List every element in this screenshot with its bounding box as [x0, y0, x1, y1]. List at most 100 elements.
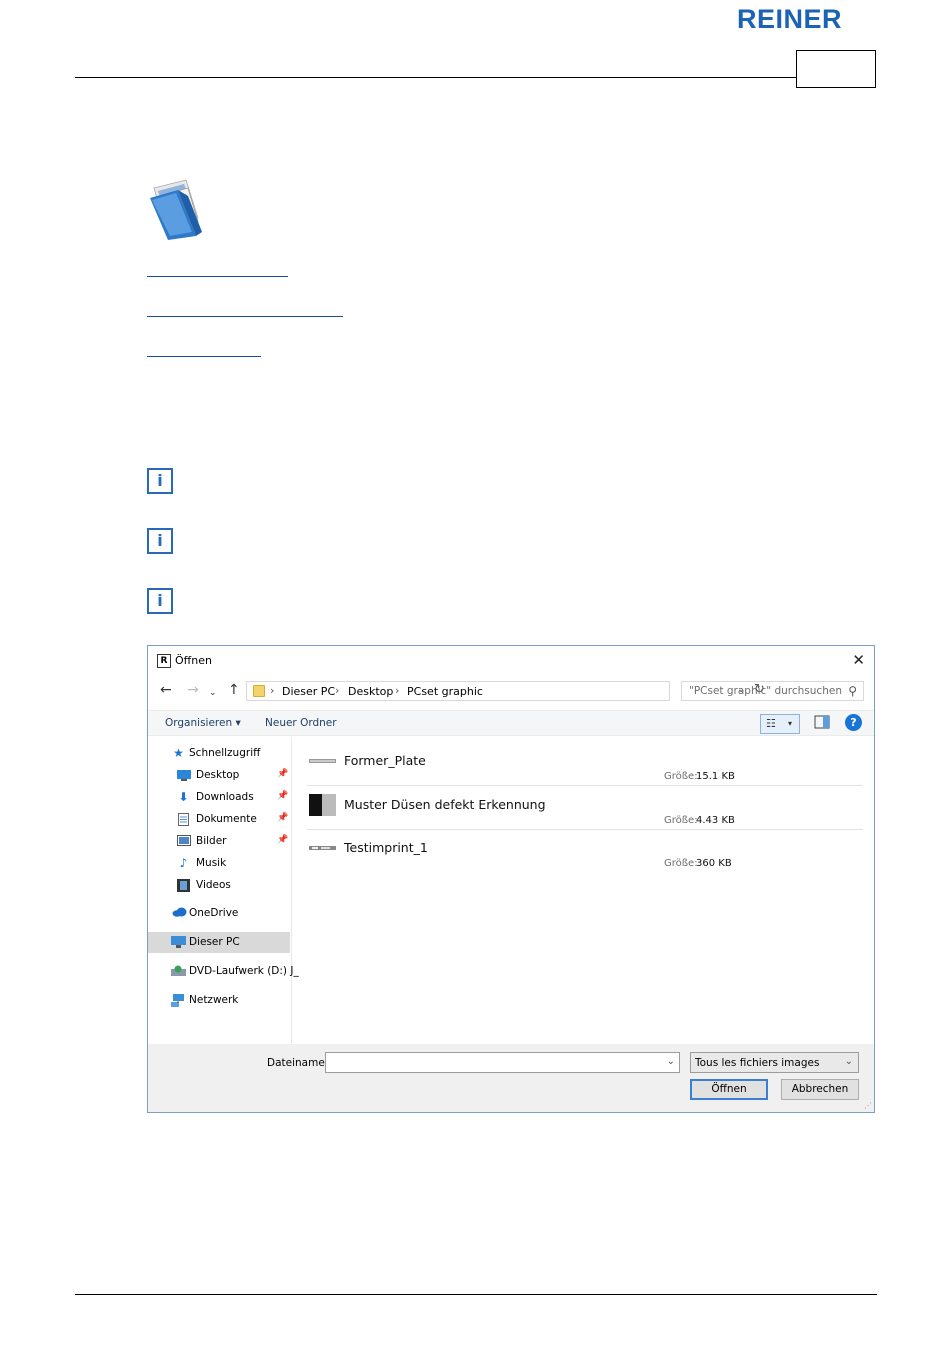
- sidebar-item-dvd-drive[interactable]: DVD-Laufwerk (D:) J_: [148, 961, 299, 982]
- image-folder-icon: [150, 179, 202, 240]
- sidebar-item-music[interactable]: ♪ Musik: [148, 853, 290, 874]
- document-link-3[interactable]: [147, 356, 261, 357]
- search-input[interactable]: "PCset graphic" durchsuchen ⚲: [681, 681, 864, 701]
- sidebar-item-pictures[interactable]: Bilder 📌: [148, 831, 290, 852]
- cloud-icon: [172, 907, 187, 919]
- image-thumbnail: [309, 846, 336, 850]
- close-icon[interactable]: ✕: [852, 651, 865, 669]
- sidebar-item-label: Netzwerk: [189, 994, 239, 1006]
- file-size: 4.43 KB: [696, 815, 735, 826]
- sidebar-item-label: Bilder: [196, 835, 227, 847]
- file-item-testimprint[interactable]: Testimprint_1 Größe: 360 KB: [307, 830, 863, 873]
- pictures-icon: [177, 835, 191, 847]
- open-button[interactable]: Öffnen: [690, 1079, 768, 1100]
- open-file-dialog: R Öffnen ✕ ← → ⌄ ↑ › Dieser PC › Desktop…: [147, 645, 875, 1113]
- file-size-label: Größe:: [664, 815, 698, 826]
- network-icon: [171, 994, 184, 1007]
- dvd-drive-icon: [171, 965, 186, 977]
- file-name: Muster Düsen defekt Erkennung: [344, 797, 546, 812]
- sidebar-item-quick-access[interactable]: ★ Schnellzugriff: [148, 743, 290, 764]
- sidebar-item-label: Dieser PC: [189, 936, 240, 948]
- film-icon: [177, 879, 190, 892]
- change-view-button[interactable]: ☷ ▾: [760, 714, 800, 734]
- sidebar-item-label: Downloads: [196, 791, 254, 803]
- chevron-right-icon: ›: [335, 684, 340, 697]
- chevron-down-icon: ▾: [788, 719, 793, 728]
- file-name: Former_Plate: [344, 753, 426, 768]
- filename-field[interactable]: ⌄: [325, 1052, 680, 1073]
- sidebar-item-desktop[interactable]: Desktop 📌: [148, 765, 290, 786]
- file-size: 15.1 KB: [696, 771, 735, 782]
- download-arrow-icon: ⬇: [178, 790, 189, 804]
- file-list: Former_Plate Größe: 15.1 KB Muster Düsen…: [293, 737, 875, 1043]
- breadcrumb-pcset-graphic[interactable]: PCset graphic: [407, 685, 483, 698]
- pin-icon[interactable]: 📌: [277, 835, 288, 845]
- chevron-down-icon[interactable]: ⌄: [667, 1056, 675, 1067]
- pin-icon[interactable]: 📌: [277, 813, 288, 823]
- star-icon: ★: [173, 746, 184, 760]
- info-icon: i: [147, 588, 173, 614]
- arrow-left-icon[interactable]: ←: [160, 682, 172, 698]
- file-size-label: Größe:: [664, 858, 698, 869]
- help-icon[interactable]: ?: [845, 714, 862, 731]
- sidebar-item-label: Videos: [196, 879, 231, 891]
- search-icon[interactable]: ⚲: [848, 684, 857, 698]
- document-link-2[interactable]: [147, 316, 343, 317]
- filename-label: Dateiname:: [267, 1057, 329, 1069]
- image-thumbnail: [309, 794, 336, 816]
- chevron-down-icon[interactable]: ⌄: [209, 685, 217, 701]
- preview-pane-icon[interactable]: [814, 715, 830, 729]
- file-name: Testimprint_1: [344, 840, 428, 855]
- organize-button[interactable]: Organisieren ▾: [165, 717, 241, 729]
- file-item-former-plate[interactable]: Former_Plate Größe: 15.1 KB: [307, 743, 863, 786]
- page-number-box: [796, 50, 876, 88]
- navigation-bar: ← → ⌄ ↑ › Dieser PC › Desktop › PCset gr…: [148, 679, 874, 703]
- address-bar[interactable]: › Dieser PC › Desktop › PCset graphic ⌄ …: [246, 681, 765, 701]
- footer-rule: [75, 1294, 877, 1295]
- document-link-1[interactable]: [147, 276, 288, 277]
- file-type-select[interactable]: Tous les fichiers images ⌄: [690, 1052, 859, 1073]
- sidebar-item-downloads[interactable]: ⬇ Downloads 📌: [148, 787, 290, 808]
- sidebar-item-onedrive[interactable]: OneDrive: [148, 903, 290, 924]
- music-note-icon: ♪: [179, 856, 188, 870]
- sidebar-item-this-pc[interactable]: Dieser PC: [148, 932, 290, 953]
- document-icon: [177, 813, 190, 826]
- organize-label: Organisieren: [165, 717, 233, 729]
- pin-icon[interactable]: 📌: [277, 791, 288, 801]
- new-folder-button[interactable]: Neuer Ordner: [265, 717, 337, 729]
- file-item-muster-duesen[interactable]: Muster Düsen defekt Erkennung Größe: 4.4…: [307, 787, 863, 830]
- sidebar-item-label: Desktop: [196, 769, 240, 781]
- image-thumbnail: [309, 759, 336, 763]
- breadcrumb-this-pc[interactable]: Dieser PC: [282, 685, 335, 698]
- sidebar-item-label: DVD-Laufwerk (D:) J_: [189, 965, 299, 977]
- sidebar-item-label: Musik: [196, 857, 227, 869]
- pin-icon[interactable]: 📌: [277, 769, 288, 779]
- sidebar-item-label: Dokumente: [196, 813, 257, 825]
- sidebar-item-label: Schnellzugriff: [189, 747, 261, 759]
- chevron-right-icon: ›: [395, 684, 400, 697]
- dialog-titlebar: R Öffnen ✕: [148, 646, 874, 676]
- dialog-footer: Dateiname: ⌄ Tous les fichiers images ⌄ …: [148, 1044, 874, 1112]
- desktop-icon: [177, 769, 191, 781]
- header-rule: [75, 77, 797, 78]
- cancel-button[interactable]: Abbrechen: [781, 1079, 859, 1100]
- breadcrumb-desktop[interactable]: Desktop: [348, 685, 393, 698]
- reiner-logo: REINER: [737, 4, 843, 34]
- sidebar-item-network[interactable]: Netzwerk: [148, 990, 290, 1011]
- sidebar-item-documents[interactable]: Dokumente 📌: [148, 809, 290, 830]
- search-placeholder: "PCset graphic" durchsuchen: [689, 685, 842, 697]
- chevron-right-icon: ›: [270, 684, 275, 697]
- info-icon: i: [147, 468, 173, 494]
- resize-grip-icon[interactable]: ⋰: [864, 1101, 872, 1110]
- details-view-icon: ☷: [766, 717, 776, 730]
- computer-icon: [171, 936, 186, 948]
- info-icon: i: [147, 528, 173, 554]
- arrow-up-icon[interactable]: ↑: [228, 682, 240, 698]
- arrow-right-icon[interactable]: →: [187, 682, 199, 698]
- file-type-value: Tous les fichiers images: [695, 1057, 820, 1069]
- command-bar: Organisieren ▾ Neuer Ordner ☷ ▾ ?: [148, 710, 874, 736]
- app-icon: R: [157, 654, 171, 668]
- sidebar-item-label: OneDrive: [189, 907, 239, 919]
- sidebar-item-videos[interactable]: Videos: [148, 875, 290, 896]
- folder-icon: [253, 685, 265, 697]
